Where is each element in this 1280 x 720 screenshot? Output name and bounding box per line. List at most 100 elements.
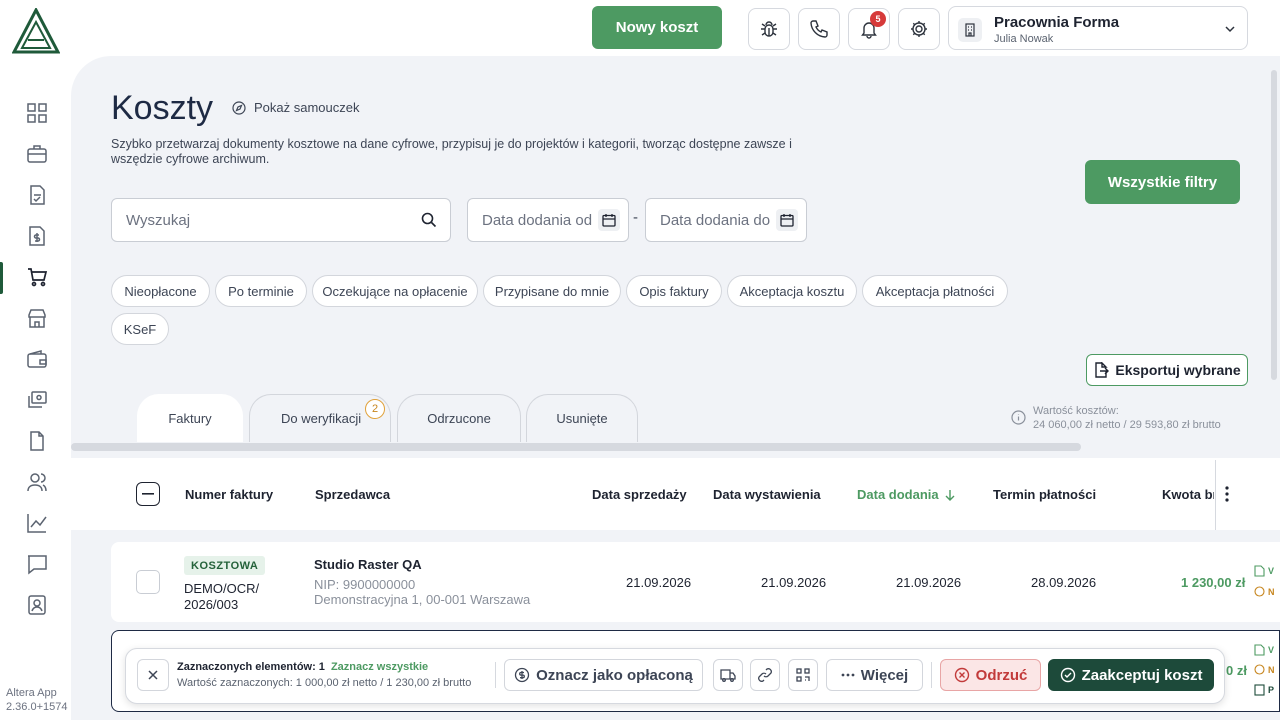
date-range-separator: - (633, 209, 638, 226)
search-placeholder: Wyszukaj (126, 211, 191, 229)
link-button[interactable] (750, 659, 780, 691)
phone-button[interactable] (798, 8, 840, 50)
column-sale-date[interactable]: Data sprzedaży (592, 487, 687, 502)
bug-report-button[interactable] (748, 8, 790, 50)
status-verified: V (1254, 644, 1274, 656)
new-cost-button[interactable]: Nowy koszt (592, 6, 722, 49)
chart-icon[interactable] (26, 512, 48, 534)
coin-icon (1254, 664, 1265, 675)
divider (931, 662, 932, 688)
column-invoice-number[interactable]: Numer faktury (185, 487, 273, 502)
all-filters-button[interactable]: Wszystkie filtry (1085, 160, 1240, 204)
table-row[interactable] (111, 542, 1280, 622)
due-date: 28.09.2026 (1031, 575, 1097, 590)
sidebar-active-indicator (0, 262, 3, 294)
document-check-icon[interactable] (26, 184, 48, 206)
delivery-button[interactable] (713, 659, 743, 691)
qr-code-button[interactable] (788, 659, 818, 691)
settings-button[interactable] (898, 8, 940, 50)
to-verify-count-badge: 2 (365, 399, 385, 419)
seller-nip: NIP: 9900000000 (314, 577, 416, 592)
dollar-coin-icon (514, 667, 530, 683)
column-seller[interactable]: Sprzedawca (315, 487, 390, 502)
wallet-icon[interactable] (26, 348, 48, 370)
company-switcher[interactable]: Pracownia Forma Julia Nowak (948, 6, 1248, 50)
seller-name: Studio Raster QA (314, 557, 422, 572)
phone-icon (810, 20, 828, 38)
filter-chip-assigned-to-me[interactable]: Przypisane do mnie (483, 275, 621, 307)
more-actions-button[interactable]: Więcej (826, 659, 923, 691)
tab-rejected[interactable]: Odrzucone (397, 394, 521, 442)
date-to-input[interactable]: Data dodania do (645, 198, 807, 242)
dashboard-icon[interactable] (26, 102, 48, 124)
search-input[interactable]: Wyszukaj (111, 198, 451, 242)
date-from-input[interactable]: Data dodania od (467, 198, 629, 242)
filter-chip-payment-acceptance[interactable]: Akceptacja płatności (862, 275, 1008, 307)
column-gross-amount[interactable]: Kwota br (1162, 487, 1214, 502)
briefcase-icon[interactable] (26, 143, 48, 165)
store-icon[interactable] (26, 307, 48, 329)
vertical-scrollbar[interactable] (1271, 70, 1277, 380)
money-document-icon[interactable] (26, 225, 48, 247)
reject-button[interactable]: Odrzuć (940, 659, 1041, 691)
accept-cost-button[interactable]: Zaakceptuj koszt (1048, 659, 1214, 691)
users-icon[interactable] (26, 471, 48, 493)
chevron-down-icon (1223, 22, 1237, 36)
tab-deleted[interactable]: Usunięte (526, 394, 638, 442)
status-posted: P (1254, 684, 1274, 696)
file-icon[interactable] (26, 430, 48, 452)
app-logo[interactable] (12, 8, 60, 54)
filter-chip-overdue[interactable]: Po terminie (215, 275, 307, 307)
clear-selection-button[interactable] (137, 659, 169, 691)
tab-invoices[interactable]: Faktury (137, 394, 243, 442)
calendar-icon[interactable] (776, 209, 798, 231)
horizontal-scrollbar[interactable] (71, 443, 1081, 451)
show-tutorial-link[interactable]: Pokaż samouczek (232, 100, 360, 115)
chat-icon[interactable] (26, 553, 48, 575)
link-icon (758, 668, 772, 682)
bug-icon (761, 21, 777, 37)
filter-chip-awaiting-payment[interactable]: Oczekujące na opłacenie (312, 275, 478, 307)
export-selected-button[interactable]: Eksportuj wybrane (1086, 354, 1248, 386)
calendar-icon[interactable] (598, 209, 620, 231)
ellipsis-icon (841, 673, 855, 677)
columns-menu-icon[interactable] (1222, 485, 1232, 503)
filter-chip-unpaid[interactable]: Nieopłacone (111, 275, 210, 307)
mark-paid-button[interactable]: Oznacz jako opłaconą (504, 659, 703, 691)
status-unpaid: N (1254, 664, 1275, 675)
export-icon (1095, 362, 1110, 378)
filter-chip-cost-acceptance[interactable]: Akceptacja kosztu (727, 275, 857, 307)
row-checkbox[interactable] (136, 570, 160, 594)
filter-chip-ksef[interactable]: KSeF (111, 313, 169, 345)
status-unpaid: N (1254, 586, 1275, 597)
status-verified: V (1254, 565, 1274, 577)
column-issue-date[interactable]: Data wystawienia (713, 487, 821, 502)
selection-value: Wartość zaznaczonych: 1 000,00 zł netto … (177, 677, 472, 689)
date-to-placeholder: Data dodania do (660, 211, 771, 229)
user-name: Julia Nowak (994, 33, 1054, 45)
contact-icon[interactable] (26, 594, 48, 616)
compass-icon (232, 100, 246, 115)
page-description: Szybko przetwarzaj dokumenty kosztowe na… (111, 137, 792, 166)
filter-chip-invoice-description[interactable]: Opis faktury (626, 275, 722, 307)
document-icon (1254, 565, 1265, 577)
column-due-date[interactable]: Termin płatności (993, 487, 1096, 502)
selection-count: Zaznaczonych elementów: 1 Zaznacz wszystk… (177, 661, 429, 673)
search-icon[interactable] (418, 209, 440, 231)
invoice-number: DEMO/OCR/ (184, 581, 260, 596)
gross-amount: 0 zł (1226, 663, 1247, 678)
page-title: Koszty (111, 89, 214, 127)
building-icon (958, 18, 982, 42)
cash-stack-icon[interactable] (26, 389, 48, 411)
tutorial-label: Pokaż samouczek (254, 100, 360, 115)
select-all-checkbox[interactable] (136, 482, 160, 506)
company-name: Pracownia Forma (994, 14, 1120, 31)
arrow-down-icon (945, 489, 955, 501)
truck-icon (720, 669, 736, 682)
cart-icon[interactable] (26, 266, 48, 288)
column-divider (1215, 460, 1216, 530)
coin-icon (1254, 586, 1265, 597)
receipt-icon (1254, 684, 1265, 696)
select-all-link[interactable]: Zaznacz wszystkie (331, 661, 428, 673)
column-date-added[interactable]: Data dodania (857, 487, 956, 502)
